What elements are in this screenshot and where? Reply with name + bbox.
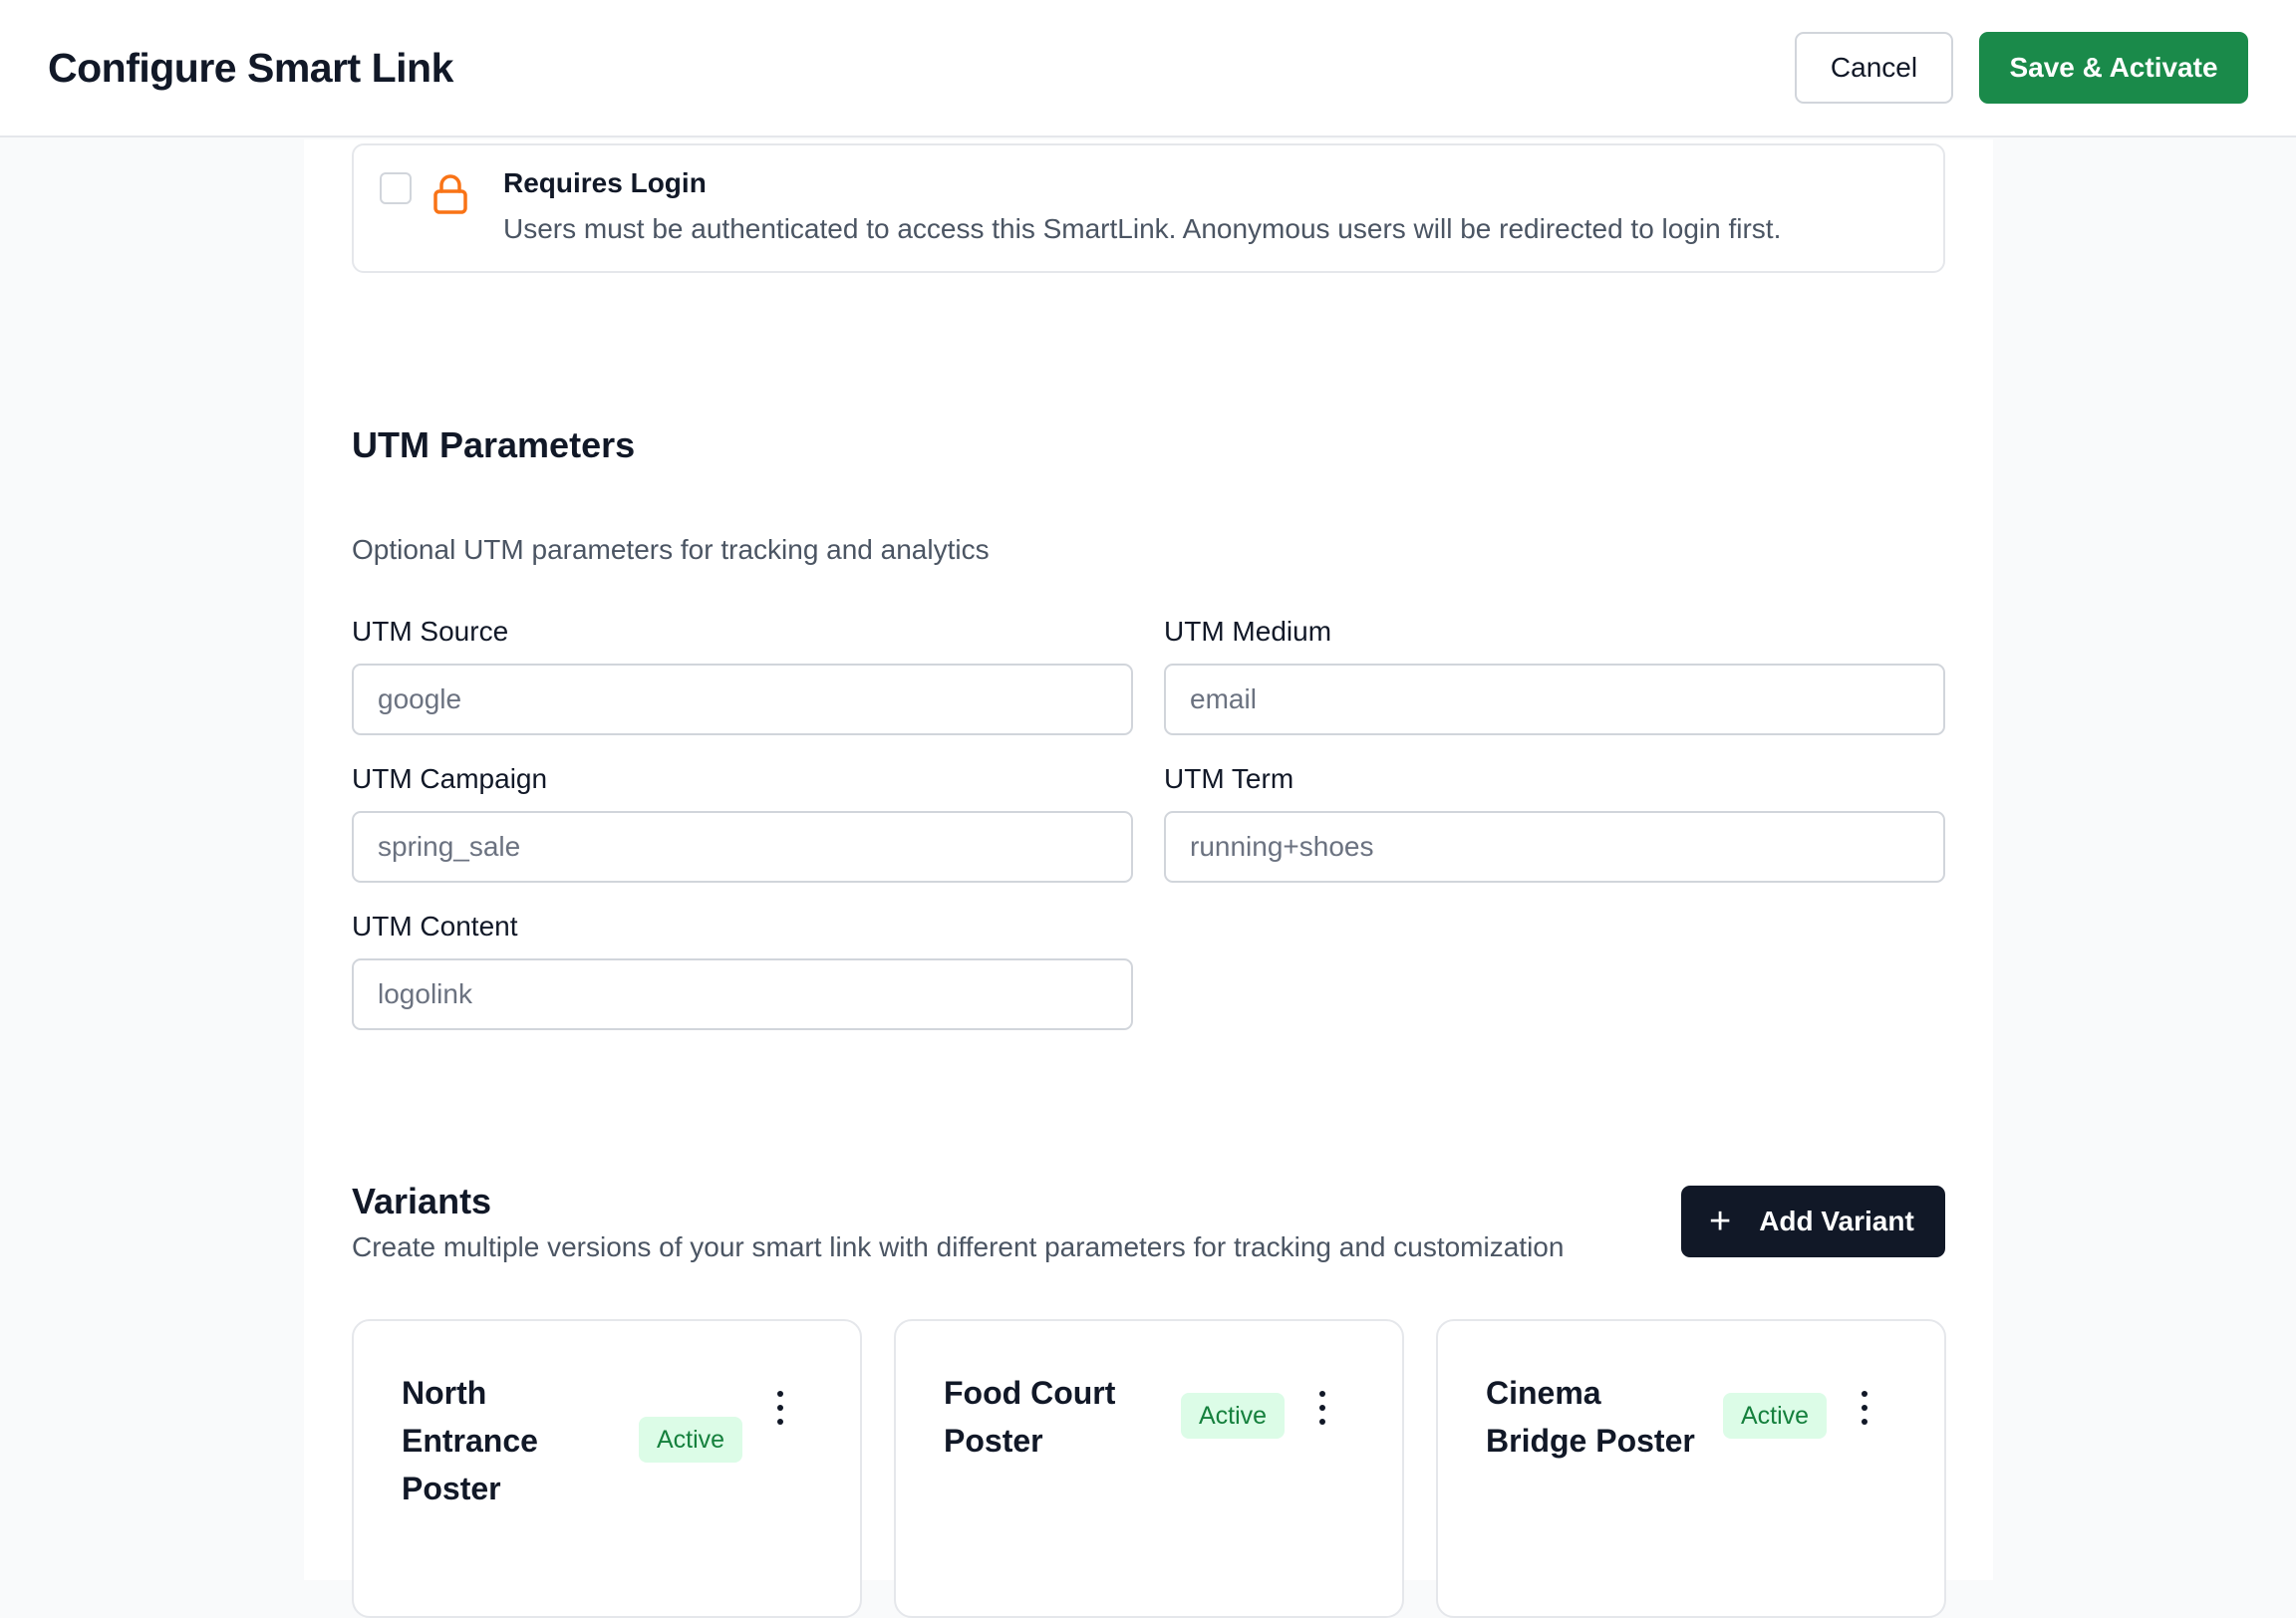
requires-login-description: Users must be authenticated to access th…: [503, 213, 1782, 244]
utm-campaign-label: UTM Campaign: [352, 763, 548, 794]
more-options-icon[interactable]: [1312, 1391, 1332, 1425]
utm-content-input[interactable]: [352, 958, 1133, 1030]
variant-card[interactable]: North Entrance Poster Active: [352, 1319, 862, 1618]
variants-subtitle: Create multiple versions of your smart l…: [352, 1231, 1565, 1262]
variant-name: Food Court Poster: [944, 1375, 1116, 1459]
requires-login-card[interactable]: Requires Login Users must be authenticat…: [352, 143, 1945, 273]
variant-name: North Entrance Poster: [402, 1375, 538, 1506]
add-variant-button[interactable]: + Add Variant: [1681, 1186, 1945, 1257]
requires-login-title: Requires Login: [503, 167, 707, 198]
utm-campaign-input[interactable]: [352, 811, 1133, 883]
plus-icon: +: [1709, 1201, 1732, 1242]
requires-login-checkbox[interactable]: [380, 172, 412, 204]
utm-subtitle: Optional UTM parameters for tracking and…: [352, 534, 990, 565]
add-variant-label: Add Variant: [1759, 1206, 1914, 1236]
variant-name: Cinema Bridge Poster: [1486, 1375, 1695, 1459]
top-bar: Configure Smart Link Cancel Save & Activ…: [0, 0, 2296, 137]
form-panel: Requires Login Users must be authenticat…: [304, 139, 1993, 1618]
save-activate-button[interactable]: Save & Activate: [1979, 32, 2248, 104]
cancel-button[interactable]: Cancel: [1795, 32, 1953, 104]
status-badge: Active: [639, 1417, 743, 1463]
page-title: Configure Smart Link: [48, 44, 453, 91]
utm-heading: UTM Parameters: [352, 424, 636, 465]
variants-heading: Variants: [352, 1181, 492, 1221]
variant-card[interactable]: Food Court Poster Active: [894, 1319, 1404, 1618]
utm-source-label: UTM Source: [352, 616, 509, 647]
status-badge: Active: [1181, 1393, 1286, 1439]
more-options-icon[interactable]: [770, 1391, 790, 1425]
utm-term-input[interactable]: [1164, 811, 1945, 883]
utm-medium-label: UTM Medium: [1164, 616, 1332, 647]
utm-term-label: UTM Term: [1164, 763, 1294, 794]
utm-source-input[interactable]: [352, 664, 1133, 735]
lock-icon: [433, 174, 467, 214]
utm-medium-input[interactable]: [1164, 664, 1945, 735]
more-options-icon[interactable]: [1855, 1391, 1874, 1425]
header-actions: Cancel Save & Activate: [1795, 32, 2248, 104]
utm-content-label: UTM Content: [352, 911, 518, 942]
status-badge: Active: [1723, 1393, 1828, 1439]
variant-card[interactable]: Cinema Bridge Poster Active: [1436, 1319, 1946, 1618]
